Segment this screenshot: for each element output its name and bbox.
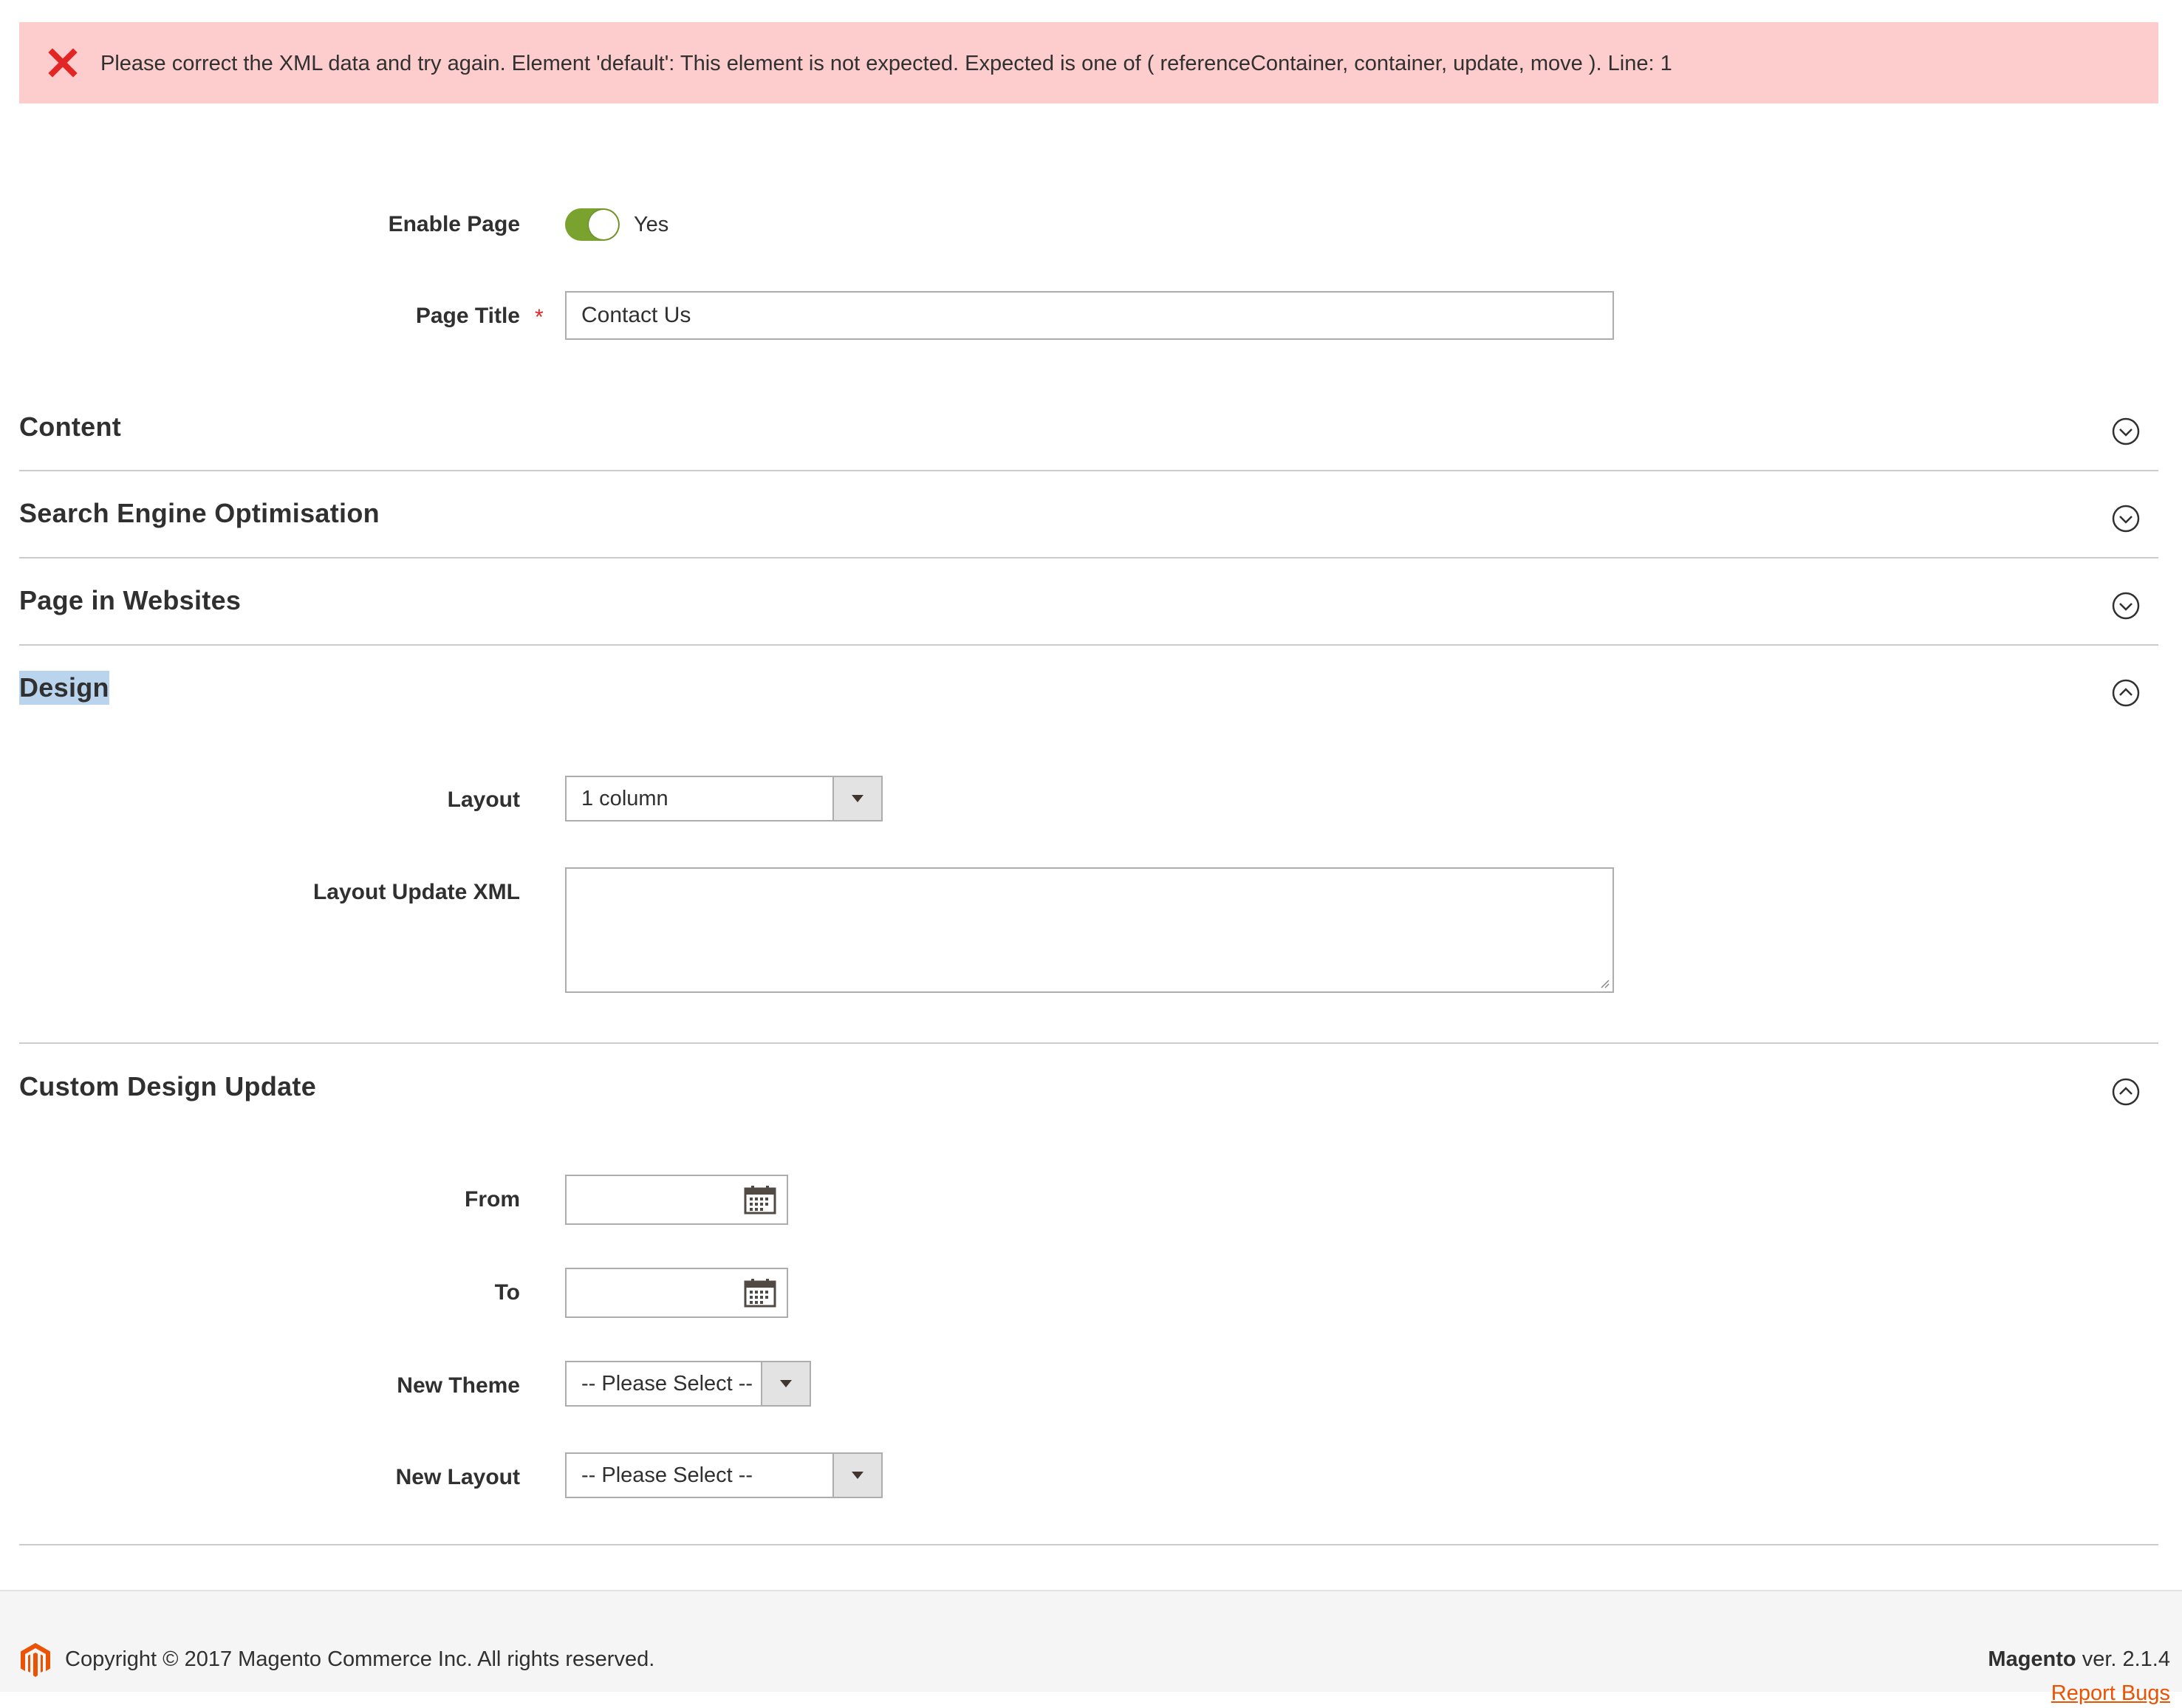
new-layout-select-value: -- Please Select -- (581, 1463, 753, 1487)
resize-handle-icon[interactable] (1599, 978, 1610, 988)
dropdown-arrow-icon (761, 1362, 810, 1405)
footer-version: Magento ver. 2.1.4 (1988, 1644, 2170, 1674)
to-date-input[interactable] (565, 1268, 788, 1318)
new-theme-select[interactable]: -- Please Select -- (565, 1361, 811, 1407)
toggle-knob (589, 210, 618, 239)
section-divider (19, 644, 2158, 646)
dropdown-arrow-icon (832, 1454, 881, 1497)
layout-update-xml-textarea[interactable] (565, 867, 1614, 993)
section-custom-design-title[interactable]: Custom Design Update (19, 1070, 316, 1104)
chevron-up-icon[interactable] (2111, 678, 2141, 708)
section-content-title[interactable]: Content (19, 410, 121, 444)
error-message-text: Please correct the XML data and try agai… (100, 52, 1672, 75)
enable-page-value: Yes (634, 213, 669, 236)
layout-select[interactable]: 1 column (565, 776, 883, 821)
layout-select-value: 1 column (581, 786, 668, 810)
new-layout-label: New Layout (395, 1465, 520, 1489)
from-date-input[interactable] (565, 1175, 788, 1225)
section-websites-title[interactable]: Page in Websites (19, 584, 241, 618)
error-x-icon (48, 48, 78, 78)
calendar-icon[interactable] (744, 1278, 776, 1308)
page-title-label: Page Title (415, 304, 520, 328)
calendar-icon[interactable] (744, 1185, 776, 1215)
section-divider (19, 557, 2158, 558)
layout-label: Layout (447, 788, 520, 812)
page-title-input[interactable]: Contact Us (565, 291, 1614, 340)
chevron-down-icon[interactable] (2111, 504, 2141, 533)
footer-copyright: Copyright © 2017 Magento Commerce Inc. A… (65, 1647, 655, 1671)
report-bugs-link[interactable]: Report Bugs (2051, 1678, 2170, 1708)
new-layout-select[interactable]: -- Please Select -- (565, 1452, 883, 1498)
chevron-down-icon[interactable] (2111, 417, 2141, 446)
new-theme-label: New Theme (397, 1373, 520, 1398)
page-footer (0, 1590, 2182, 1692)
chevron-up-icon[interactable] (2111, 1077, 2141, 1107)
section-divider (19, 1544, 2158, 1545)
new-theme-select-value: -- Please Select -- (581, 1371, 753, 1396)
from-label: From (465, 1187, 520, 1212)
footer-brand: Magento (1988, 1647, 2076, 1671)
footer-version-number: ver. 2.1.4 (2076, 1647, 2170, 1671)
section-design-title[interactable]: Design (19, 671, 109, 705)
required-asterisk: * (535, 305, 544, 329)
section-divider (19, 470, 2158, 471)
to-label: To (494, 1280, 520, 1305)
section-seo-title[interactable]: Search Engine Optimisation (19, 496, 380, 530)
chevron-down-icon[interactable] (2111, 591, 2141, 621)
section-divider (19, 1042, 2158, 1044)
enable-page-label: Enable Page (388, 212, 520, 236)
enable-page-toggle[interactable] (565, 208, 620, 241)
magento-logo-icon (21, 1643, 50, 1677)
dropdown-arrow-icon (832, 777, 881, 820)
layout-update-xml-label: Layout Update XML (312, 880, 520, 904)
